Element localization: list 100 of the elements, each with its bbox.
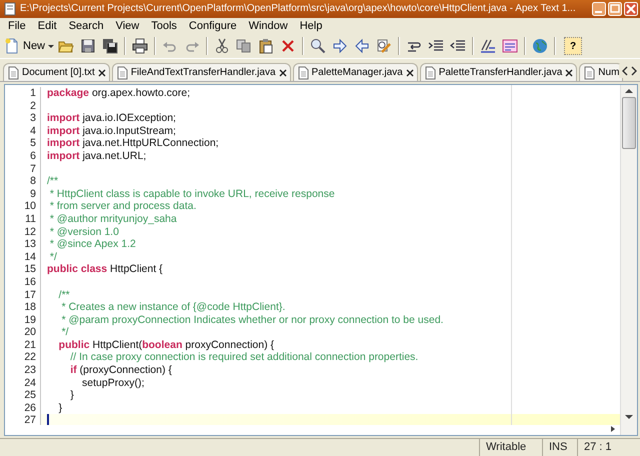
code-line: import java.io.IOException; <box>46 112 177 125</box>
printer-icon[interactable] <box>132 38 148 54</box>
comment-lines-icon[interactable] <box>480 38 496 54</box>
code-line: * @version 1.0 <box>48 226 120 238</box>
document-icon <box>296 66 309 80</box>
line-number: 9 <box>29 188 36 200</box>
line-number: 11 <box>24 212 36 226</box>
scroll-down-icon[interactable] <box>624 413 634 421</box>
new-document-icon <box>4 38 20 54</box>
code-line: * @author mrityunjoy_saha <box>48 212 178 226</box>
line-number: 13 <box>23 238 36 251</box>
right-arrow-icon[interactable] <box>332 38 348 54</box>
status-mode: Writable <box>480 439 543 456</box>
document-icon <box>583 66 596 80</box>
save-icon[interactable] <box>80 38 96 54</box>
copy-icon[interactable] <box>236 38 252 54</box>
line-number: 27 <box>23 414 36 425</box>
document-icon <box>424 66 436 80</box>
scroll-right-icon[interactable] <box>610 425 616 433</box>
menu-item[interactable]: View <box>110 20 146 32</box>
status-cursor-position: 27 : 1 <box>583 440 613 455</box>
line-number: 24 <box>23 376 36 390</box>
line-number: 10 <box>23 200 36 213</box>
file-tab[interactable]: Document [0].txt <box>3 63 110 81</box>
document-icon <box>116 66 128 80</box>
line-number: 20 <box>23 326 36 339</box>
tab-close-icon <box>278 68 287 76</box>
code-line: */ <box>60 326 70 339</box>
line-number: 12 <box>23 226 36 238</box>
code-line: if (proxyConnection) { <box>69 364 173 377</box>
line-number: 6 <box>29 150 36 163</box>
save-all-icon[interactable] <box>102 38 118 54</box>
code-line: public HttpClient(boolean proxyConnection) { <box>58 338 276 352</box>
line-number: 25 <box>23 389 36 402</box>
code-line: } <box>58 402 64 414</box>
menu-item[interactable]: Configure <box>182 20 243 32</box>
file-tab[interactable]: PaletteManager.java <box>292 63 418 81</box>
line-number: 17 <box>23 288 36 302</box>
clipboard-icon[interactable] <box>258 38 274 54</box>
menu-item[interactable]: Help <box>294 20 328 32</box>
file-tab[interactable]: Num <box>579 63 624 81</box>
line-number: 23 <box>23 364 36 377</box>
line-number: 3 <box>29 112 36 125</box>
code-line: } <box>69 389 75 402</box>
menu-item[interactable]: Window <box>242 20 294 32</box>
code-line: setupProxy(); <box>81 376 146 390</box>
code-line: * HttpClient class is capable to invoke URL, receive response <box>48 188 336 200</box>
file-tab[interactable]: FileAndTextTransferHandler.java <box>112 63 291 81</box>
window-title: E:\Projects\Current Projects\Current\OpenPlatform\OpenPlatform\src\java\org\apex\howto\core\HttpClient.java - Apex Text 1... <box>20 2 577 16</box>
globe-icon[interactable] <box>532 38 548 54</box>
document-icon <box>7 66 19 80</box>
line-number: 19 <box>23 314 36 326</box>
left-arrow-icon[interactable] <box>354 38 370 54</box>
new-button[interactable]: New <box>4 38 54 54</box>
scissors-icon[interactable] <box>214 38 230 54</box>
menu-item[interactable]: Tools <box>145 20 183 32</box>
line-number: 5 <box>29 137 36 150</box>
scrollbar-thumb[interactable] <box>622 97 636 149</box>
scroll-up-icon[interactable] <box>624 87 634 95</box>
code-line: * from server and process data. <box>48 200 198 213</box>
tab-close-icon <box>565 68 574 76</box>
status-insert-mode: INS <box>543 439 578 456</box>
code-line: import java.net.HttpURLConnection; <box>46 137 220 150</box>
line-number: 16 <box>23 276 36 288</box>
menu-item[interactable]: Edit <box>32 20 63 32</box>
code-line: * @since Apex 1.2 <box>48 238 137 251</box>
code-line: /** <box>58 288 71 302</box>
line-number: 1 <box>29 87 36 100</box>
line-number: 26 <box>23 402 36 414</box>
close-icon[interactable] <box>624 2 638 16</box>
text-cursor <box>47 414 49 425</box>
window-icon <box>4 2 16 16</box>
code-line: import java.io.InputStream; <box>46 124 177 138</box>
replace-icon[interactable] <box>376 38 392 54</box>
maximize-icon[interactable] <box>608 2 622 16</box>
line-number: 7 <box>29 162 36 176</box>
code-line: public class HttpClient { <box>46 263 164 276</box>
tab-close-icon <box>406 68 414 76</box>
file-tab[interactable]: PaletteTransferHandler.java <box>420 63 578 81</box>
line-number: 18 <box>23 301 36 314</box>
line-number: 22 <box>23 351 36 364</box>
edit-lines-icon[interactable] <box>502 38 518 54</box>
scroll-left-icon[interactable] <box>621 66 629 76</box>
code-line: /** <box>46 175 60 188</box>
line-number: 21 <box>23 338 36 352</box>
menu-item[interactable]: File <box>2 20 32 32</box>
code-line: import java.net.URL; <box>46 150 148 163</box>
minimize-icon[interactable] <box>592 2 606 16</box>
code-line: * @param proxyConnection Indicates whether or nor proxy connection to be used. <box>60 314 444 326</box>
help-button[interactable]: ? <box>564 37 582 55</box>
code-line: // In case proxy connection is required set additional connection properties. <box>69 351 420 364</box>
menu-item[interactable]: Search <box>62 20 110 32</box>
line-number: 14 <box>23 250 36 264</box>
code-line: * Creates a new instance of {@code HttpClient}. <box>60 301 286 314</box>
line-number: 15 <box>23 263 36 276</box>
delete-icon[interactable] <box>280 38 296 54</box>
line-number: 2 <box>29 100 36 112</box>
scroll-right-icon[interactable] <box>630 66 638 76</box>
magnifier-icon[interactable] <box>310 38 326 54</box>
line-number: 8 <box>29 175 36 188</box>
